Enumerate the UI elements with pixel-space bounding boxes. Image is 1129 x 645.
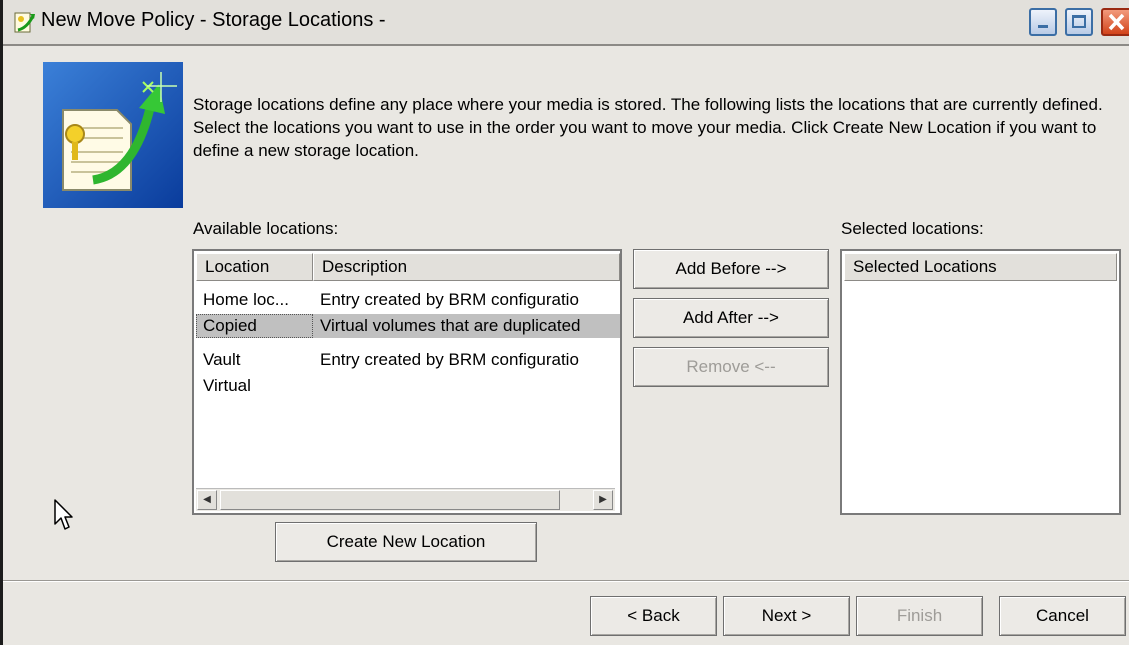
scroll-thumb[interactable] — [220, 490, 560, 510]
next-button[interactable]: Next > — [723, 596, 850, 636]
description-cell: Entry created by BRM configuratio — [320, 290, 579, 309]
description-cell: Entry created by BRM configuratio — [320, 350, 579, 369]
title-bar[interactable]: New Move Policy - Storage Locations - — [3, 0, 1129, 46]
create-new-location-button[interactable]: Create New Location — [275, 522, 537, 562]
close-icon — [1108, 13, 1125, 31]
location-cell: Vault — [203, 350, 241, 369]
back-button[interactable]: < Back — [590, 596, 717, 636]
location-cell: Copied — [196, 314, 313, 338]
close-button[interactable] — [1101, 8, 1129, 36]
finish-button[interactable]: Finish — [856, 596, 983, 636]
arrow-right-icon: ▶ — [599, 494, 607, 505]
selected-locations-table[interactable]: Selected Locations — [840, 249, 1121, 515]
available-locations-label: Available locations: — [193, 219, 339, 238]
column-header-location[interactable]: Location — [196, 253, 313, 281]
location-cell: Virtual — [203, 376, 251, 395]
wizard-window: New Move Policy - Storage Locations - St… — [0, 0, 1129, 645]
intro-text: Storage locations define any place where… — [193, 95, 1103, 160]
wizard-app-icon — [14, 12, 35, 33]
location-cell: Home loc... — [203, 290, 289, 309]
column-header-description[interactable]: Description — [313, 253, 620, 281]
mouse-pointer-icon — [54, 499, 73, 530]
cancel-button[interactable]: Cancel — [999, 596, 1126, 636]
footer-separator — [3, 580, 1129, 582]
table-row[interactable]: Virtual — [196, 374, 620, 398]
available-locations-table[interactable]: Location Description Home loc... Entry c… — [192, 249, 622, 515]
table-row[interactable]: Home loc... Entry created by BRM configu… — [196, 288, 620, 312]
scroll-right-button[interactable]: ▶ — [593, 490, 613, 510]
selected-locations-label: Selected locations: — [841, 219, 984, 238]
add-after-button[interactable]: Add After --> — [633, 298, 829, 338]
maximize-button[interactable] — [1065, 8, 1093, 36]
add-before-button[interactable]: Add Before --> — [633, 249, 829, 289]
table-row-selected[interactable]: Copied Virtual volumes that are duplicat… — [196, 314, 620, 338]
minimize-icon — [1038, 25, 1048, 28]
window-title: New Move Policy - Storage Locations - — [41, 9, 386, 31]
remove-button[interactable]: Remove <-- — [633, 347, 829, 387]
arrow-left-icon: ◀ — [203, 494, 211, 505]
minimize-button[interactable] — [1029, 8, 1057, 36]
table-row[interactable]: Vault Entry created by BRM configuratio — [196, 348, 620, 372]
maximize-icon — [1072, 15, 1086, 28]
scroll-left-button[interactable]: ◀ — [197, 490, 217, 510]
description-cell: Virtual volumes that are duplicated — [313, 314, 620, 338]
horizontal-scrollbar[interactable]: ◀ ▶ — [196, 488, 615, 511]
column-header-selected-locations[interactable]: Selected Locations — [844, 253, 1117, 281]
wizard-illustration-icon — [43, 62, 183, 208]
